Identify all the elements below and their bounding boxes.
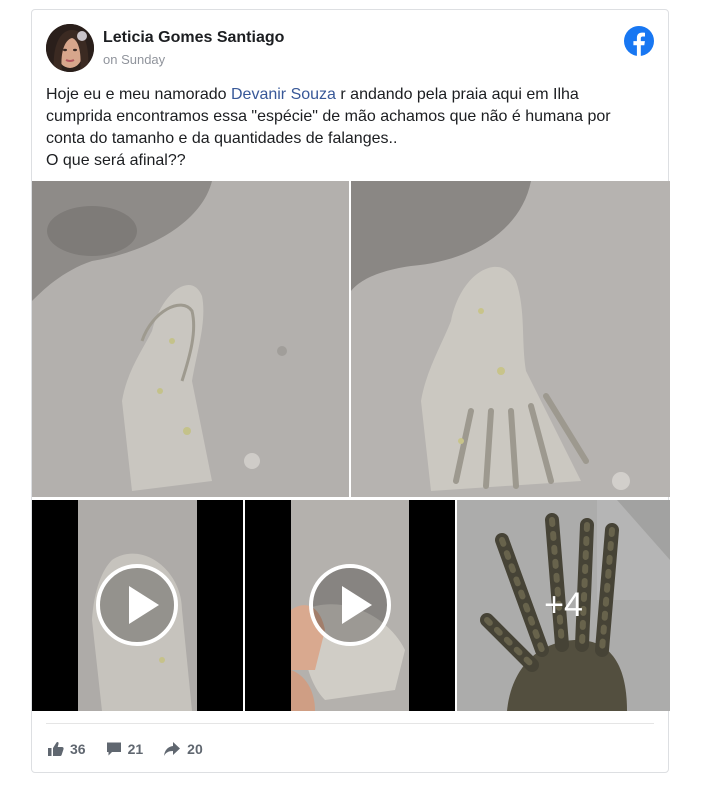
post-text-line-1: Hoje eu e meu namorado Devanir Souza r a… [46,86,579,103]
author-name[interactable]: Leticia Gomes Santiago [103,29,284,47]
photo-2[interactable] [351,181,670,497]
post-text-line-2: cumprida encontramos essa "espécie" de m… [46,108,611,125]
post-header: Leticia Gomes Santiago on Sunday [46,24,654,74]
reaction-bar: 36 21 20 [48,738,223,760]
shares-count[interactable]: 20 [163,741,203,757]
post-text-line-3: conta do tamanho e da quantidades de fal… [46,130,398,147]
comments-count[interactable]: 21 [106,741,143,757]
mention-link[interactable]: Devanir Souza [231,86,336,103]
footer-divider [46,723,654,724]
media-grid: +4 [32,181,670,711]
post-text-line-4: O que será afinal?? [46,152,186,169]
photo-1[interactable] [32,181,349,497]
video-thumbnail-1[interactable] [32,500,243,711]
post-card: Leticia Gomes Santiago on Sunday Hoje eu… [31,9,670,773]
likes-count[interactable]: 36 [48,741,86,757]
comment-bubble-icon [106,742,121,756]
share-arrow-icon [164,742,181,756]
video-thumbnail-2[interactable] [245,500,455,711]
more-photos-count[interactable]: +4 [457,500,670,711]
author-avatar[interactable] [46,24,94,72]
play-icon[interactable] [309,564,391,646]
play-icon[interactable] [96,564,178,646]
thumbs-up-icon [48,742,64,756]
photo-more[interactable]: +4 [457,500,670,711]
post-text: Hoje eu e meu namorado Devanir Souza r a… [46,84,656,172]
facebook-logo-icon[interactable] [624,26,654,56]
post-timestamp[interactable]: on Sunday [103,52,165,67]
